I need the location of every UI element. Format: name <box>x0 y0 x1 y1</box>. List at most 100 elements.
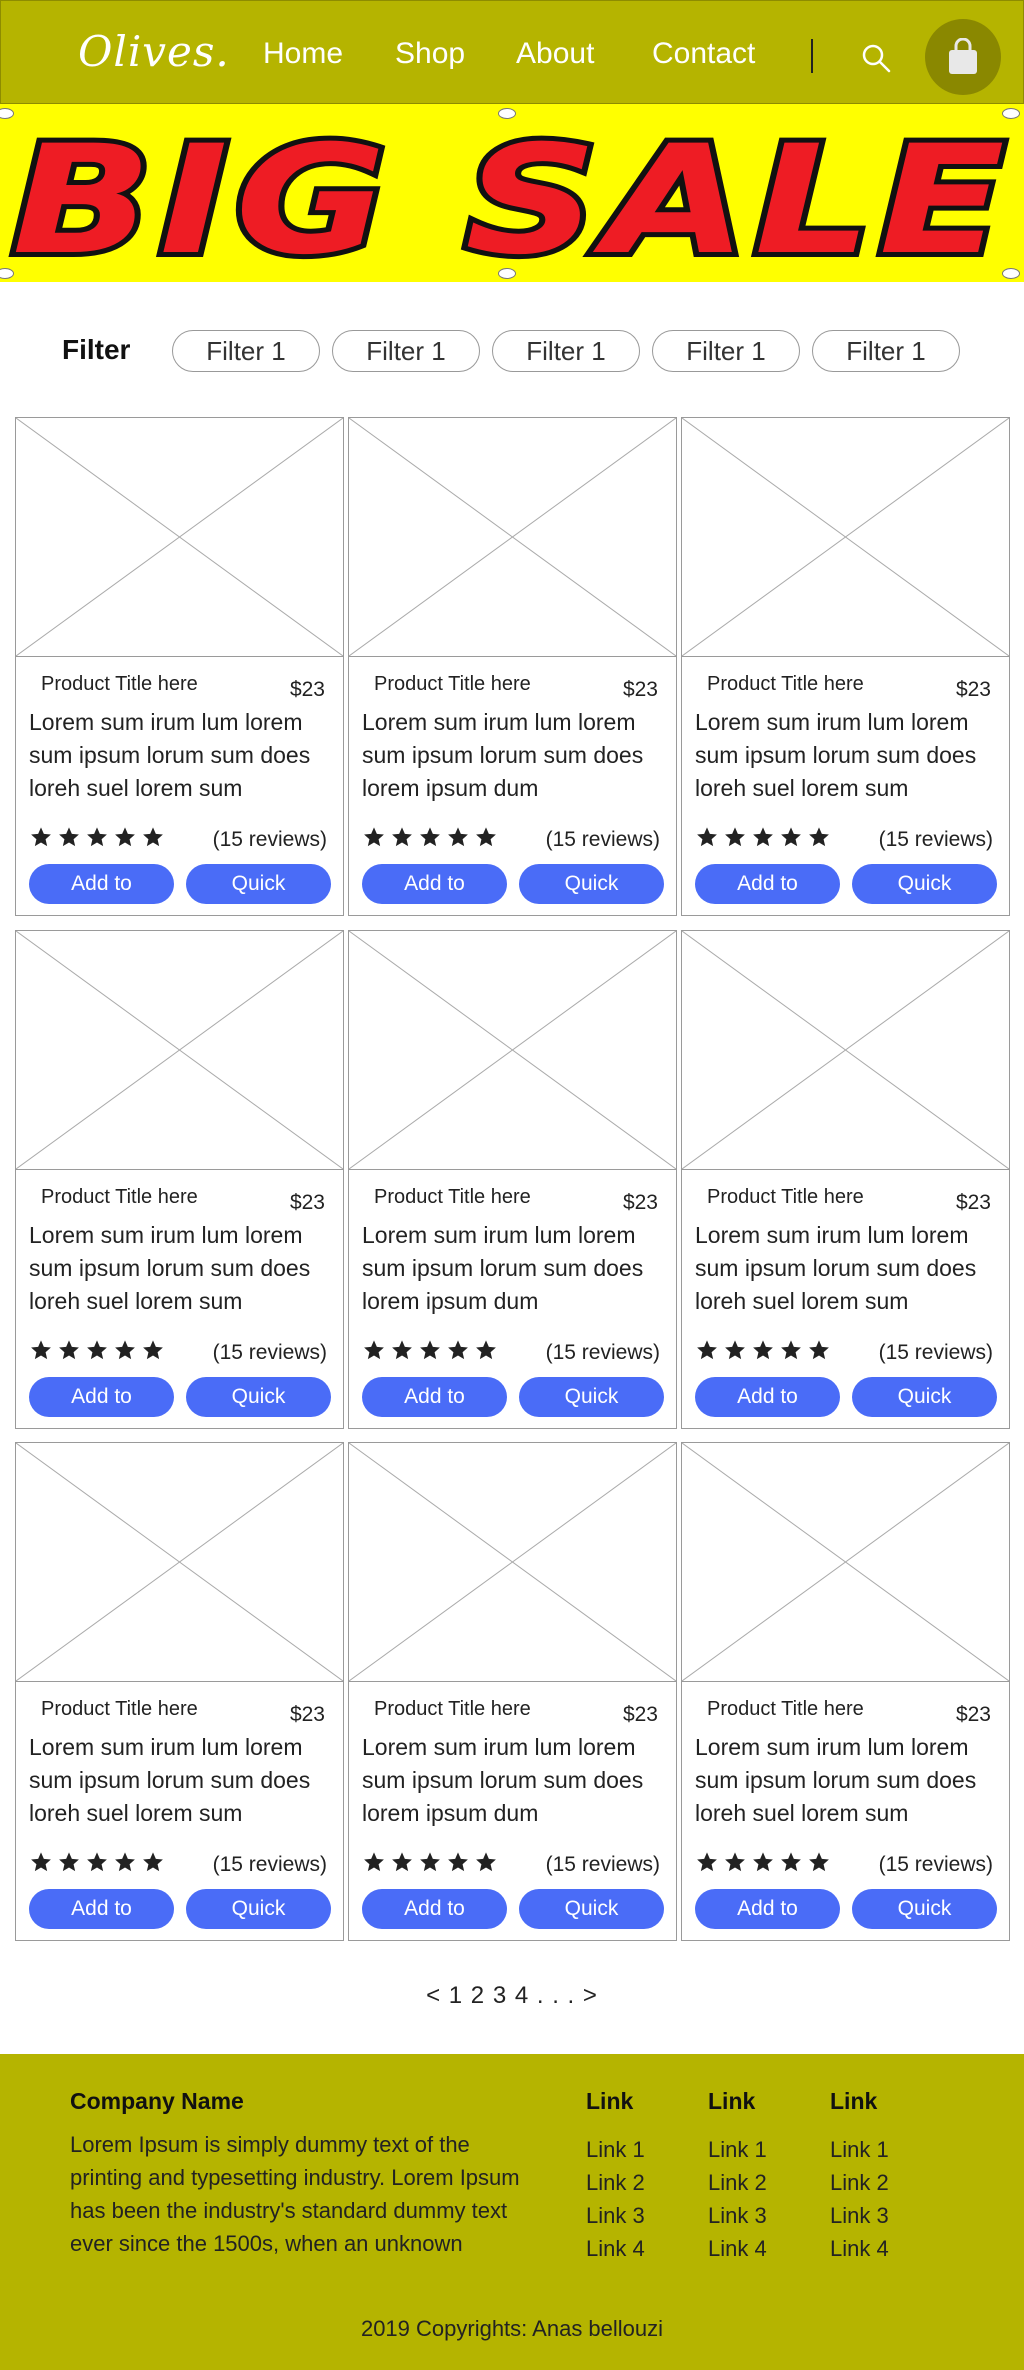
filter-option[interactable]: Filter 1 <box>492 330 640 372</box>
footer-link[interactable]: Link 4 <box>586 2232 696 2265</box>
cart-button[interactable] <box>925 19 1001 95</box>
product-card[interactable]: Product Title here $23 Lorem sum irum lum … <box>348 417 677 916</box>
product-title[interactable]: Product Title here <box>41 1186 198 1209</box>
add-to-cart-button[interactable]: Add to <box>29 864 174 904</box>
footer-link[interactable]: Link 2 <box>708 2166 818 2199</box>
quick-view-button[interactable]: Quick <box>852 1889 997 1929</box>
footer-link[interactable]: Link 2 <box>586 2166 696 2199</box>
review-count[interactable]: (15 reviews) <box>213 828 327 852</box>
review-count[interactable]: (15 reviews) <box>879 1341 993 1365</box>
star-icon <box>142 826 164 852</box>
quick-view-button[interactable]: Quick <box>186 1889 331 1929</box>
review-count[interactable]: (15 reviews) <box>213 1853 327 1877</box>
logo[interactable]: Olives. <box>78 27 230 76</box>
star-icon <box>391 1851 413 1877</box>
footer-link[interactable]: Link 4 <box>830 2232 940 2265</box>
star-icon <box>780 1851 802 1877</box>
review-count[interactable]: (15 reviews) <box>546 828 660 852</box>
product-card[interactable]: Product Title here $23 Lorem sum irum lum … <box>348 930 677 1429</box>
quick-view-button[interactable]: Quick <box>852 864 997 904</box>
footer-link[interactable]: Link 1 <box>830 2133 940 2166</box>
nav-shop[interactable]: Shop <box>395 37 465 71</box>
star-icon <box>363 1851 385 1877</box>
quick-view-button[interactable]: Quick <box>519 1377 664 1417</box>
product-card[interactable]: Product Title here $23 Lorem sum irum lum … <box>15 417 344 916</box>
review-count[interactable]: (15 reviews) <box>879 828 993 852</box>
product-title[interactable]: Product Title here <box>41 673 198 696</box>
product-title[interactable]: Product Title here <box>707 673 864 696</box>
product-card[interactable]: Product Title here $23 Lorem sum irum lum … <box>681 930 1010 1429</box>
product-title[interactable]: Product Title here <box>374 1186 531 1209</box>
star-icon <box>30 1339 52 1365</box>
filter-option[interactable]: Filter 1 <box>652 330 800 372</box>
grommet <box>498 108 516 119</box>
footer-link[interactable]: Link 3 <box>708 2199 818 2232</box>
banner-text: BIG SALE <box>12 114 1012 282</box>
product-image-placeholder[interactable] <box>16 1443 343 1682</box>
add-to-cart-button[interactable]: Add to <box>362 1889 507 1929</box>
add-to-cart-button[interactable]: Add to <box>29 1889 174 1929</box>
footer-link[interactable]: Link 1 <box>708 2133 818 2166</box>
product-title[interactable]: Product Title here <box>374 673 531 696</box>
product-description: Lorem sum irum lum lorem sum ipsum lorum… <box>695 1734 977 1826</box>
footer-link[interactable]: Link 1 <box>586 2133 696 2166</box>
star-icon <box>86 1851 108 1877</box>
filter-option[interactable]: Filter 1 <box>332 330 480 372</box>
review-count[interactable]: (15 reviews) <box>546 1853 660 1877</box>
review-count[interactable]: (15 reviews) <box>213 1341 327 1365</box>
review-count[interactable]: (15 reviews) <box>879 1853 993 1877</box>
nav-divider <box>811 39 813 73</box>
quick-view-button[interactable]: Quick <box>852 1377 997 1417</box>
add-to-cart-button[interactable]: Add to <box>29 1377 174 1417</box>
footer-link[interactable]: Link 4 <box>708 2232 818 2265</box>
add-to-cart-button[interactable]: Add to <box>695 864 840 904</box>
product-image-placeholder[interactable] <box>16 931 343 1170</box>
product-card[interactable]: Product Title here $23 Lorem sum irum lum … <box>681 417 1010 916</box>
pagination[interactable]: < 1 2 3 4 . . . > <box>0 1982 1024 2010</box>
filter-option[interactable]: Filter 1 <box>172 330 320 372</box>
star-icon <box>780 1339 802 1365</box>
add-to-cart-button[interactable]: Add to <box>695 1377 840 1417</box>
product-image-placeholder[interactable] <box>682 1443 1009 1682</box>
product-image-placeholder[interactable] <box>349 418 676 657</box>
product-image-placeholder[interactable] <box>349 931 676 1170</box>
product-card[interactable]: Product Title here $23 Lorem sum irum lum … <box>15 1442 344 1941</box>
filter-option[interactable]: Filter 1 <box>812 330 960 372</box>
star-icon <box>58 826 80 852</box>
footer-link[interactable]: Link 3 <box>586 2199 696 2232</box>
add-to-cart-button[interactable]: Add to <box>362 864 507 904</box>
review-count[interactable]: (15 reviews) <box>546 1341 660 1365</box>
product-image-placeholder[interactable] <box>349 1443 676 1682</box>
quick-view-button[interactable]: Quick <box>519 864 664 904</box>
quick-view-button[interactable]: Quick <box>186 1377 331 1417</box>
quick-view-button[interactable]: Quick <box>186 864 331 904</box>
product-title[interactable]: Product Title here <box>374 1698 531 1721</box>
product-card[interactable]: Product Title here $23 Lorem sum irum lum … <box>15 930 344 1429</box>
quick-view-button[interactable]: Quick <box>519 1889 664 1929</box>
product-title[interactable]: Product Title here <box>707 1186 864 1209</box>
star-rating <box>30 1339 164 1365</box>
star-rating <box>363 1339 497 1365</box>
product-image-placeholder[interactable] <box>682 931 1009 1170</box>
search-icon[interactable] <box>861 43 891 73</box>
product-image-placeholder[interactable] <box>682 418 1009 657</box>
product-title[interactable]: Product Title here <box>707 1698 864 1721</box>
product-card[interactable]: Product Title here $23 Lorem sum irum lum … <box>681 1442 1010 1941</box>
footer-link[interactable]: Link 3 <box>830 2199 940 2232</box>
product-card[interactable]: Product Title here $23 Lorem sum irum lum … <box>348 1442 677 1941</box>
sale-banner[interactable]: BIG SALE <box>0 104 1024 282</box>
product-description: Lorem sum irum lum lorem sum ipsum lorum… <box>695 1222 977 1314</box>
footer-link-column: Link Link 1 Link 2 Link 3 Link 4 <box>586 2088 696 2265</box>
grommet <box>1002 108 1020 119</box>
nav-contact[interactable]: Contact <box>652 37 755 71</box>
add-to-cart-button[interactable]: Add to <box>695 1889 840 1929</box>
product-price: $23 <box>622 1703 658 1726</box>
nav-about[interactable]: About <box>516 37 594 71</box>
footer-link[interactable]: Link 2 <box>830 2166 940 2199</box>
add-to-cart-button[interactable]: Add to <box>362 1377 507 1417</box>
product-title[interactable]: Product Title here <box>41 1698 198 1721</box>
star-icon <box>391 1339 413 1365</box>
star-icon <box>142 1851 164 1877</box>
nav-home[interactable]: Home <box>263 37 343 71</box>
product-image-placeholder[interactable] <box>16 418 343 657</box>
